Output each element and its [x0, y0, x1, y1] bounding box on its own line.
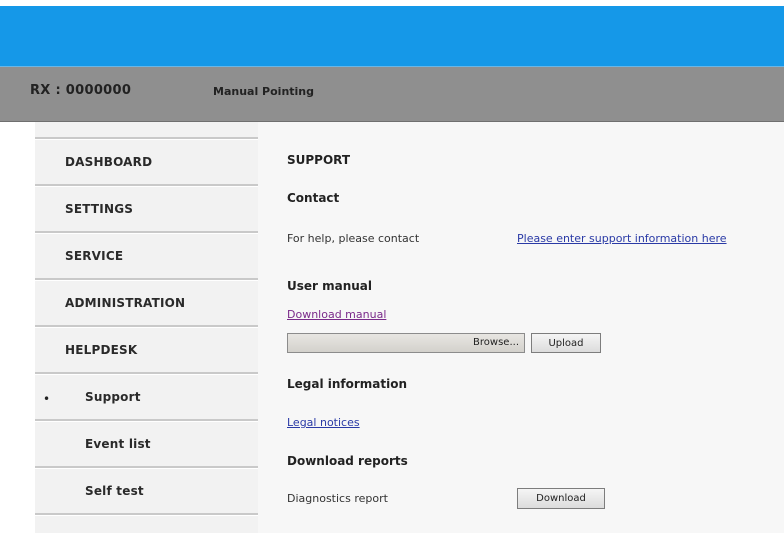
download-report-button[interactable]: Download	[517, 488, 605, 509]
sidebar-item-event-list[interactable]: Event list	[35, 422, 258, 466]
support-info-link[interactable]: Please enter support information here	[517, 232, 727, 245]
section-title-contact: Contact	[287, 191, 340, 205]
sidebar-item-service[interactable]: SERVICE	[35, 234, 258, 278]
section-title-legal: Legal information	[287, 377, 408, 391]
sidebar-item-label: Self test	[85, 484, 144, 498]
sidebar-item-helpdesk[interactable]: HELPDESK	[35, 328, 258, 372]
left-margin	[0, 122, 35, 533]
sidebar-item-administration[interactable]: ADMINISTRATION	[35, 281, 258, 325]
upload-button[interactable]: Upload	[531, 333, 601, 353]
contact-text: For help, please contact	[287, 232, 420, 245]
section-title-download-reports: Download reports	[287, 454, 408, 468]
sidebar-item-dashboard[interactable]: DASHBOARD	[35, 140, 258, 184]
sidebar-item-self-test[interactable]: Self test	[35, 469, 258, 513]
sidebar-item-label: Event list	[85, 437, 151, 451]
rx-status-label: RX : 0000000	[30, 83, 132, 98]
active-bullet-icon: •	[43, 392, 51, 406]
sidebar-item-label: ADMINISTRATION	[65, 296, 186, 310]
section-title-user-manual: User manual	[287, 279, 373, 293]
header-banner	[0, 6, 784, 67]
sidebar-item-label: DASHBOARD	[65, 155, 153, 169]
sidebar-item-settings[interactable]: SETTINGS	[35, 187, 258, 231]
browse-button[interactable]: Browse...	[473, 337, 519, 348]
sidebar-item-label: HELPDESK	[65, 343, 138, 357]
download-manual-link[interactable]: Download manual	[287, 308, 386, 321]
sidebar-bottom	[35, 519, 258, 533]
diagnostics-report-label: Diagnostics report	[287, 492, 388, 505]
page-title: SUPPORT	[287, 153, 351, 167]
legal-notices-link[interactable]: Legal notices	[287, 416, 360, 429]
sidebar-item-label: SETTINGS	[65, 202, 134, 216]
sidebar-item-label: SERVICE	[65, 249, 124, 263]
pointing-mode-label: Manual Pointing	[213, 85, 315, 98]
main-panel	[258, 122, 784, 533]
nav-separator	[35, 513, 258, 516]
file-input[interactable]: Browse...	[287, 333, 525, 353]
sidebar-item-label: Support	[85, 390, 141, 404]
sidebar-item-support[interactable]: • Support	[35, 375, 258, 419]
